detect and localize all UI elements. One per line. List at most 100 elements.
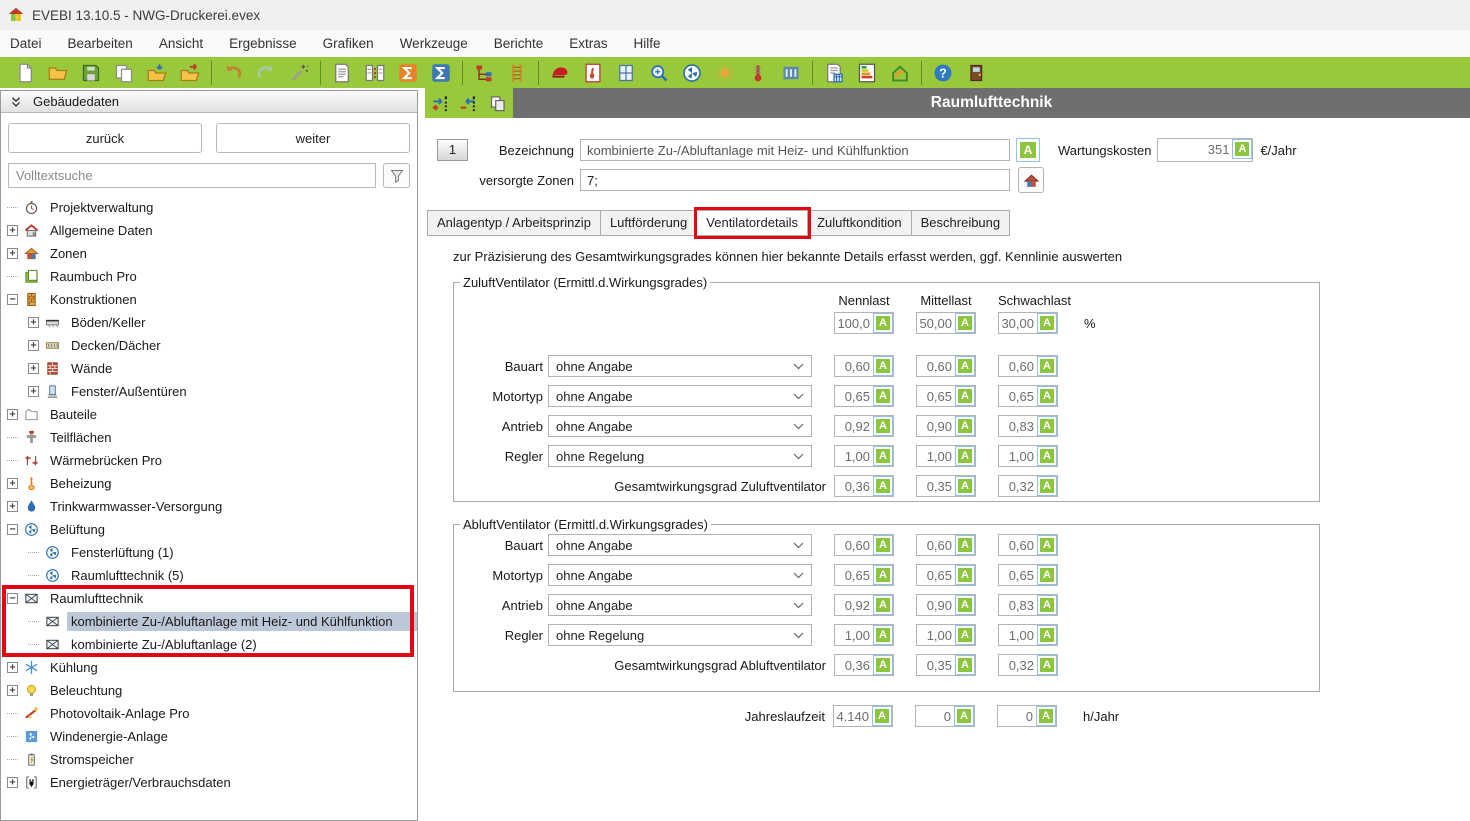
- auto-value-button[interactable]: A: [1037, 625, 1057, 645]
- redo-icon[interactable]: [254, 61, 278, 85]
- menu-item-berichte[interactable]: Berichte: [494, 36, 544, 51]
- flame-frame-icon[interactable]: [581, 61, 605, 85]
- jahreslaufzeit-field[interactable]: 0A: [915, 705, 975, 727]
- menu-item-ansicht[interactable]: Ansicht: [159, 36, 203, 51]
- tree-item-stromspeicher[interactable]: Stromspeicher: [1, 748, 417, 771]
- total-value-field[interactable]: 0,36A: [834, 654, 894, 676]
- tree-item-photovoltaik-anlage-pro[interactable]: Photovoltaik-Anlage Pro: [1, 702, 417, 725]
- sum-blue-icon[interactable]: [429, 61, 453, 85]
- auto-value-button[interactable]: A: [873, 446, 893, 466]
- tree-item-bauteile[interactable]: +Bauteile: [1, 403, 417, 426]
- auto-value-button[interactable]: A: [1037, 313, 1057, 333]
- motortyp-dropdown[interactable]: ohne Angabe: [548, 385, 812, 407]
- total-value-field[interactable]: 0,35A: [916, 475, 976, 497]
- value-field[interactable]: 0,92A: [834, 415, 894, 437]
- back-button[interactable]: zurück: [8, 123, 202, 153]
- expand-icon[interactable]: +: [7, 685, 18, 696]
- total-value-field[interactable]: 0,35A: [916, 654, 976, 676]
- tab-zuluftkondition[interactable]: Zuluftkondition: [808, 210, 912, 236]
- auto-value-button[interactable]: A: [955, 356, 975, 376]
- tree-item-teilflächen[interactable]: Teilflächen: [1, 426, 417, 449]
- sun-icon[interactable]: [713, 61, 737, 85]
- value-field[interactable]: 0,60A: [998, 534, 1058, 556]
- expand-icon[interactable]: +: [7, 501, 18, 512]
- menu-item-grafiken[interactable]: Grafiken: [323, 36, 374, 51]
- value-field[interactable]: 1,00A: [916, 624, 976, 646]
- energy-label-icon[interactable]: [855, 61, 879, 85]
- remove-record-icon[interactable]: [458, 91, 479, 115]
- value-field[interactable]: 0,60A: [916, 534, 976, 556]
- tree-item-allgemeine-daten[interactable]: +Allgemeine Daten: [1, 219, 417, 242]
- tree-item-kombinierte-zu-abluftanlage-mit-heiz-und[interactable]: kombinierte Zu-/Abluftanlage mit Heiz- u…: [1, 610, 417, 633]
- tree-item-raumlufttechnik-5-[interactable]: Raumlufttechnik (5): [1, 564, 417, 587]
- auto-value-button[interactable]: A: [873, 313, 893, 333]
- tree-item-energieträger-verbrauchsdaten[interactable]: +Energieträger/Verbrauchsdaten: [1, 771, 417, 794]
- tab-ventilatordetails[interactable]: Ventilatordetails: [697, 210, 808, 236]
- auto-value-button[interactable]: A: [873, 655, 893, 675]
- hierarchy-icon[interactable]: [472, 61, 496, 85]
- expand-icon[interactable]: +: [7, 248, 18, 259]
- jahreslaufzeit-field[interactable]: 4.140A: [833, 705, 893, 727]
- auto-value-button-wartungskosten[interactable]: A: [1232, 139, 1252, 159]
- tree-item-windenergie-anlage[interactable]: Windenergie-Anlage: [1, 725, 417, 748]
- thermometer-icon[interactable]: [746, 61, 770, 85]
- export-folder-icon[interactable]: [178, 61, 202, 85]
- tree-item-decken-dächer[interactable]: +Decken/Dächer: [1, 334, 417, 357]
- exit-door-icon[interactable]: [964, 61, 988, 85]
- auto-value-button[interactable]: A: [954, 706, 974, 726]
- auto-value-button[interactable]: A: [1037, 386, 1057, 406]
- tree-item-konstruktionen[interactable]: −Konstruktionen: [1, 288, 417, 311]
- tree-item-kombinierte-zu-abluftanlage-2-[interactable]: kombinierte Zu-/Abluftanlage (2): [1, 633, 417, 656]
- collapse-icon[interactable]: −: [7, 294, 18, 305]
- expand-icon[interactable]: +: [7, 662, 18, 673]
- value-field[interactable]: 0,65A: [998, 385, 1058, 407]
- shs-panel-icon[interactable]: [779, 61, 803, 85]
- auto-value-button[interactable]: A: [1036, 706, 1056, 726]
- menu-item-bearbeiten[interactable]: Bearbeiten: [68, 36, 133, 51]
- save-icon[interactable]: [79, 61, 103, 85]
- value-field[interactable]: 1,00A: [998, 445, 1058, 467]
- auto-value-button[interactable]: A: [955, 476, 975, 496]
- auto-value-button[interactable]: A: [1037, 416, 1057, 436]
- value-field[interactable]: 1,00A: [916, 445, 976, 467]
- tree-item-beheizung[interactable]: +Beheizung: [1, 472, 417, 495]
- value-field[interactable]: 0,65A: [916, 385, 976, 407]
- menu-item-hilfe[interactable]: Hilfe: [634, 36, 661, 51]
- menu-item-ergebnisse[interactable]: Ergebnisse: [229, 36, 297, 51]
- value-field[interactable]: 0,90A: [916, 415, 976, 437]
- value-field[interactable]: 0,65A: [834, 564, 894, 586]
- expand-icon[interactable]: +: [7, 409, 18, 420]
- auto-value-button[interactable]: A: [873, 476, 893, 496]
- expand-icon[interactable]: +: [28, 386, 39, 397]
- duplicate-record-icon[interactable]: [487, 91, 508, 115]
- tab-beschreibung[interactable]: Beschreibung: [912, 210, 1011, 236]
- tree-item-fenster-außentüren[interactable]: +Fenster/Außentüren: [1, 380, 417, 403]
- add-record-icon[interactable]: [430, 91, 451, 115]
- tree-item-trinkwarmwasser-versorgung[interactable]: +Trinkwarmwasser-Versorgung: [1, 495, 417, 518]
- antrieb-dropdown[interactable]: ohne Angabe: [548, 594, 812, 616]
- auto-value-button[interactable]: A: [1037, 356, 1057, 376]
- red-roof-icon[interactable]: [548, 61, 572, 85]
- zoom-search-icon[interactable]: [647, 61, 671, 85]
- antrieb-dropdown[interactable]: ohne Angabe: [548, 415, 812, 437]
- expand-icon[interactable]: +: [28, 363, 39, 374]
- auto-value-button[interactable]: A: [1037, 535, 1057, 555]
- auto-value-button[interactable]: A: [872, 706, 892, 726]
- auto-value-button[interactable]: A: [873, 416, 893, 436]
- auto-value-button[interactable]: A: [955, 446, 975, 466]
- menu-item-extras[interactable]: Extras: [569, 36, 607, 51]
- search-input[interactable]: [8, 163, 376, 188]
- menu-item-datei[interactable]: Datei: [10, 36, 42, 51]
- auto-value-button[interactable]: A: [1037, 565, 1057, 585]
- magic-wand-icon[interactable]: [287, 61, 311, 85]
- zones-picker-button[interactable]: [1018, 167, 1044, 193]
- expand-icon[interactable]: +: [7, 777, 18, 788]
- auto-value-button[interactable]: A: [955, 416, 975, 436]
- tab-anlagentyp-arbeitsprinzip[interactable]: Anlagentyp / Arbeitsprinzip: [427, 210, 601, 236]
- tree-item-belüftung[interactable]: −Belüftung: [1, 518, 417, 541]
- sidebar-header[interactable]: Gebäudedaten: [1, 91, 417, 113]
- value-field[interactable]: 0,60A: [834, 534, 894, 556]
- filter-button[interactable]: [383, 163, 410, 188]
- auto-value-button[interactable]: A: [955, 313, 975, 333]
- jahreslaufzeit-field[interactable]: 0A: [997, 705, 1057, 727]
